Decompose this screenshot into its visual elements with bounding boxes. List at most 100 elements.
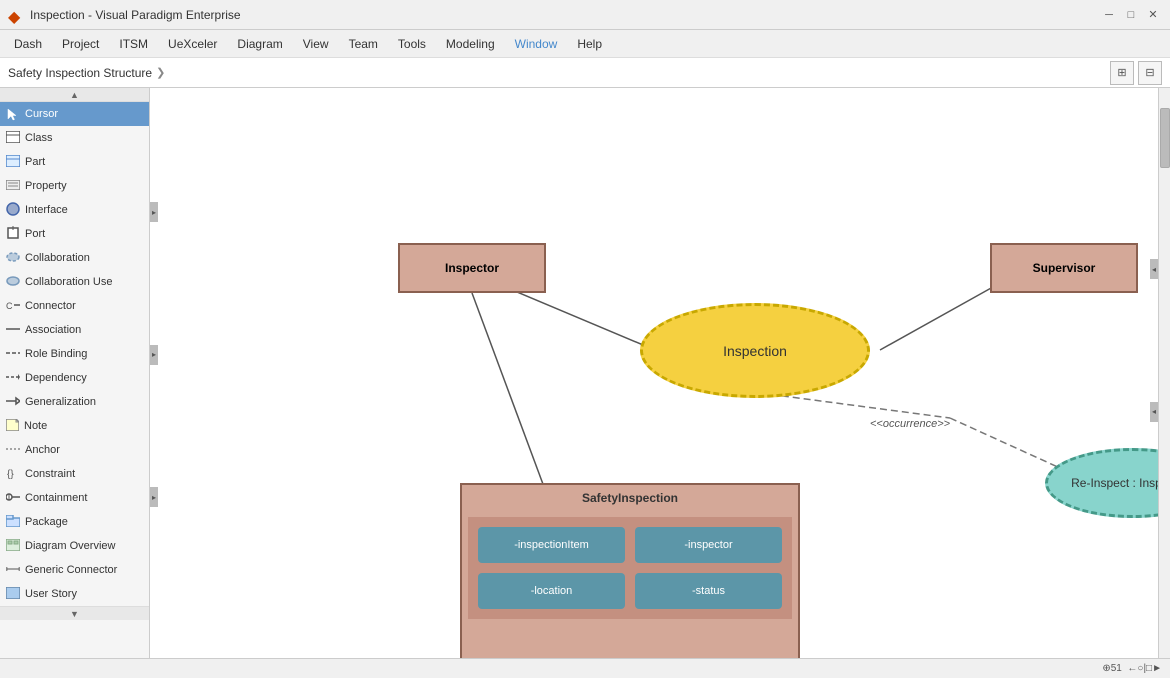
sidebar-collapse-handle-1[interactable]: ▸ — [150, 202, 158, 222]
inspection-label: Inspection — [723, 343, 787, 359]
sidebar-item-property[interactable]: Property — [0, 174, 149, 198]
minimize-button[interactable]: ─ — [1100, 6, 1118, 24]
sidebar-item-note[interactable]: Note — [0, 414, 149, 438]
sidebar-item-part[interactable]: Part — [0, 150, 149, 174]
port-icon — [6, 226, 20, 243]
sidebar-label-property: Property — [25, 180, 67, 192]
sidebar-item-package[interactable]: Package — [0, 510, 149, 534]
canvas-collapse-handle-2[interactable]: ◂ — [1150, 402, 1158, 422]
sidebar-label-anchor: Anchor — [25, 444, 60, 456]
reinspect-ellipse[interactable]: Re-Inspect : Inspection — [1045, 448, 1158, 518]
sidebar-label-user-story: User Story — [25, 588, 77, 600]
sidebar-collapse-handle-2[interactable]: ▸ — [150, 345, 158, 365]
sidebar-item-constraint[interactable]: {} Constraint — [0, 462, 149, 486]
diagram-view-toggle-2[interactable]: ⊟ — [1138, 61, 1162, 85]
sidebar-item-role-binding[interactable]: Role Binding — [0, 342, 149, 366]
sidebar-label-diagram-overview: Diagram Overview — [25, 540, 115, 552]
diagram-view-toggle-1[interactable]: ⊞ — [1110, 61, 1134, 85]
class-icon — [6, 131, 20, 146]
menu-team[interactable]: Team — [339, 33, 388, 55]
inner-item-0[interactable]: -inspectionItem — [478, 527, 625, 563]
menu-itsm[interactable]: ITSM — [109, 33, 158, 55]
maximize-button[interactable]: □ — [1122, 6, 1140, 24]
statusbar: ⊕51 ←○|□► — [0, 658, 1170, 678]
sidebar: ▲ Cursor Class Part Prope — [0, 88, 150, 658]
safety-inspection-box[interactable]: SafetyInspection -inspectionItem -inspec… — [460, 483, 800, 658]
inspection-ellipse[interactable]: Inspection — [640, 303, 870, 398]
safety-inspection-inner: -inspectionItem -inspector -location -st… — [468, 517, 792, 619]
sidebar-item-association[interactable]: Association — [0, 318, 149, 342]
inner-item-2[interactable]: -location — [478, 573, 625, 609]
menu-view[interactable]: View — [293, 33, 339, 55]
collaboration-icon — [6, 251, 20, 265]
interface-icon — [6, 202, 20, 219]
safety-inspection-title: SafetyInspection — [462, 485, 798, 511]
sidebar-item-class[interactable]: Class — [0, 126, 149, 150]
sidebar-item-dependency[interactable]: Dependency — [0, 366, 149, 390]
sidebar-label-collaboration: Collaboration — [25, 252, 90, 264]
svg-text:{}: {} — [7, 469, 14, 479]
reinspect-label: Re-Inspect : Inspection — [1071, 476, 1158, 490]
canvas-collapse-handle-1[interactable]: ◂ — [1150, 259, 1158, 279]
menu-tools[interactable]: Tools — [388, 33, 436, 55]
sidebar-label-collaboration-use: Collaboration Use — [25, 276, 112, 288]
inner-item-1[interactable]: -inspector — [635, 527, 782, 563]
svg-text:C: C — [6, 301, 13, 310]
sidebar-item-generic-connector[interactable]: Generic Connector — [0, 558, 149, 582]
sidebar-item-collaboration[interactable]: Collaboration — [0, 246, 149, 270]
sidebar-item-interface[interactable]: Interface — [0, 198, 149, 222]
titlebar: ◆ Inspection - Visual Paradigm Enterpris… — [0, 0, 1170, 30]
connector-icon: C — [6, 299, 20, 313]
menu-modeling[interactable]: Modeling — [436, 33, 505, 55]
sidebar-label-constraint: Constraint — [25, 468, 75, 480]
sidebar-label-role-binding: Role Binding — [25, 348, 87, 360]
sidebar-label-generalization: Generalization — [25, 396, 96, 408]
scrollbar-track — [1159, 88, 1170, 658]
inner-item-3[interactable]: -status — [635, 573, 782, 609]
sidebar-item-diagram-overview[interactable]: Diagram Overview — [0, 534, 149, 558]
menu-uexceler[interactable]: UeXceler — [158, 33, 227, 55]
sidebar-item-collaboration-use[interactable]: Collaboration Use — [0, 270, 149, 294]
occurrence-label: <<occurrence>> — [870, 418, 950, 430]
app-icon: ◆ — [8, 7, 24, 23]
sidebar-label-port: Port — [25, 228, 45, 240]
menu-dash[interactable]: Dash — [4, 33, 52, 55]
canvas[interactable]: Inspector Supervisor Inspection <<occurr… — [150, 88, 1158, 658]
menu-window[interactable]: Window — [505, 33, 568, 55]
sidebar-item-cursor[interactable]: Cursor — [0, 102, 149, 126]
scrollbar-thumb[interactable] — [1160, 108, 1170, 168]
inspector-box[interactable]: Inspector — [398, 243, 546, 293]
window-title: Inspection - Visual Paradigm Enterprise — [30, 8, 1100, 22]
generalization-icon — [6, 395, 20, 409]
menu-diagram[interactable]: Diagram — [227, 33, 292, 55]
menu-help[interactable]: Help — [567, 33, 612, 55]
collaboration-use-icon — [6, 275, 20, 289]
sidebar-item-generalization[interactable]: Generalization — [0, 390, 149, 414]
cursor-icon — [6, 107, 20, 121]
supervisor-label: Supervisor — [1033, 261, 1096, 275]
sidebar-item-port[interactable]: Port — [0, 222, 149, 246]
window-controls: ─ □ ✕ — [1100, 6, 1162, 24]
user-story-icon — [6, 587, 20, 602]
constraint-icon: {} — [6, 467, 20, 482]
menu-project[interactable]: Project — [52, 33, 109, 55]
sidebar-scroll-down[interactable]: ▼ — [0, 606, 149, 620]
diagram-overview-icon — [6, 539, 20, 554]
note-icon — [6, 419, 19, 434]
sidebar-item-containment[interactable]: Containment — [0, 486, 149, 510]
right-scrollbar[interactable] — [1158, 88, 1170, 658]
close-button[interactable]: ✕ — [1144, 6, 1162, 24]
sidebar-collapse-handle-3[interactable]: ▸ — [150, 487, 158, 507]
menubar: Dash Project ITSM UeXceler Diagram View … — [0, 30, 1170, 58]
sidebar-item-user-story[interactable]: User Story — [0, 582, 149, 606]
supervisor-box[interactable]: Supervisor — [990, 243, 1138, 293]
statusbar-text: ⊕51 ←○|□► — [1102, 663, 1162, 674]
sidebar-scroll-up[interactable]: ▲ — [0, 88, 149, 102]
sidebar-item-anchor[interactable]: Anchor — [0, 438, 149, 462]
dependency-icon — [6, 371, 20, 385]
sidebar-item-connector[interactable]: C Connector — [0, 294, 149, 318]
containment-icon — [6, 491, 20, 506]
breadcrumb-text: Safety Inspection Structure — [8, 66, 152, 80]
sidebar-label-dependency: Dependency — [25, 372, 87, 384]
sidebar-label-containment: Containment — [25, 492, 87, 504]
